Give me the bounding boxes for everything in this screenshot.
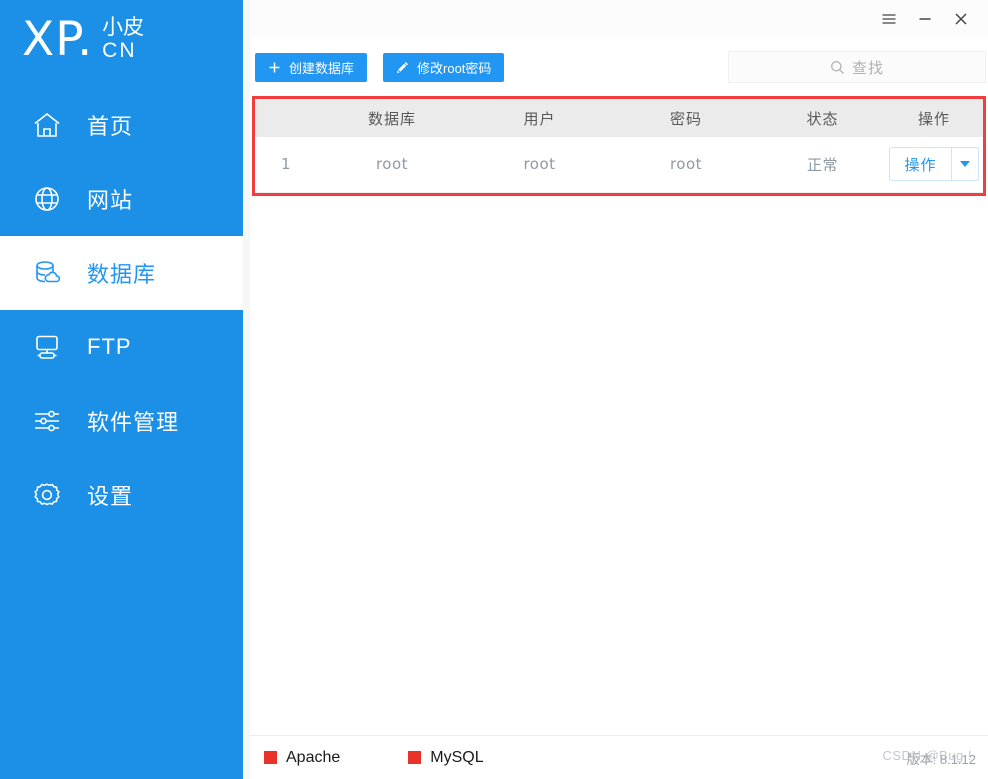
sidebar-item-database[interactable]: 数据库 bbox=[0, 236, 243, 310]
minimize-icon[interactable] bbox=[912, 6, 938, 32]
mysql-status-indicator bbox=[408, 751, 422, 764]
version-label: 版本: 8.1.12 bbox=[906, 752, 976, 767]
column-header-user: 用户 bbox=[467, 99, 612, 137]
database-table: 数据库 用户 密码 状态 操作 1 root root root 正常 操作 bbox=[255, 99, 983, 193]
column-header-index bbox=[255, 99, 317, 137]
hamburger-icon[interactable] bbox=[876, 6, 902, 32]
content-empty-area bbox=[250, 195, 988, 735]
sidebar-item-label: 首页 bbox=[87, 114, 134, 139]
service-mysql[interactable]: MySQL bbox=[408, 748, 484, 767]
sidebar-item-label: 数据库 bbox=[87, 262, 157, 287]
app-logo: XP. 小皮 CN bbox=[0, 0, 243, 78]
apache-status-indicator bbox=[264, 751, 277, 764]
database-table-highlight: 数据库 用户 密码 状态 操作 1 root root root 正常 操作 bbox=[252, 96, 986, 196]
window-titlebar bbox=[250, 0, 988, 38]
cell-password: root bbox=[612, 137, 760, 193]
caret-triangle bbox=[959, 161, 970, 168]
action-button[interactable]: 操作 bbox=[890, 148, 950, 180]
globe-icon bbox=[30, 182, 64, 216]
main-panel: 创建数据库 修改root密码 查找 数据库 用户 密码 状态 操作 1 root… bbox=[250, 0, 988, 779]
sidebar-item-software[interactable]: 软件管理 bbox=[0, 384, 243, 458]
sidebar-item-label: 软件管理 bbox=[87, 410, 180, 435]
sidebar-nav: 首页 网站 数据库 FTP 软件管理 设置 bbox=[0, 88, 243, 532]
logo-text-xiaopi: 小皮 bbox=[102, 15, 145, 39]
action-button-group: 操作 bbox=[889, 147, 979, 182]
table-body: 1 root root root 正常 操作 bbox=[255, 137, 983, 193]
cell-user: root bbox=[467, 137, 612, 193]
logo-text-cn: CN bbox=[102, 38, 137, 62]
table-header: 数据库 用户 密码 状态 操作 bbox=[255, 99, 983, 137]
logo-text-group: 小皮 CN bbox=[102, 16, 144, 63]
search-placeholder: 查找 bbox=[851, 59, 884, 77]
cell-status: 正常 bbox=[760, 137, 885, 193]
sidebar: XP. 小皮 CN 首页 网站 数据库 FTP 软件管理 设置 bbox=[0, 0, 243, 779]
logo-text-xp: XP. bbox=[22, 11, 94, 67]
cell-index: 1 bbox=[255, 137, 317, 193]
sidebar-item-settings[interactable]: 设置 bbox=[0, 458, 243, 532]
column-header-action: 操作 bbox=[885, 99, 983, 137]
edit-root-password-button[interactable]: 修改root密码 bbox=[383, 52, 505, 82]
column-header-database: 数据库 bbox=[317, 99, 467, 137]
sidebar-content-divider bbox=[243, 0, 250, 779]
chevron-down-icon[interactable] bbox=[950, 148, 978, 181]
search-icon bbox=[830, 60, 845, 75]
search-input[interactable]: 查找 bbox=[728, 51, 986, 83]
column-header-status: 状态 bbox=[760, 99, 885, 137]
app-window: XP. 小皮 CN 首页 网站 数据库 FTP 软件管理 设置 创建数据库 修改… bbox=[0, 0, 988, 779]
create-database-button[interactable]: 创建数据库 bbox=[255, 52, 368, 82]
gear-icon bbox=[30, 478, 64, 512]
sliders-icon bbox=[30, 404, 64, 438]
mysql-label: MySQL bbox=[430, 748, 484, 766]
apache-label: Apache bbox=[286, 748, 341, 766]
sidebar-item-label: FTP bbox=[87, 334, 132, 359]
edit-root-password-label: 修改root密码 bbox=[417, 60, 492, 76]
sidebar-item-label: 设置 bbox=[87, 484, 134, 509]
plus-icon bbox=[268, 61, 281, 74]
database-icon bbox=[30, 256, 64, 290]
toolbar: 创建数据库 修改root密码 查找 bbox=[250, 38, 988, 96]
create-database-label: 创建数据库 bbox=[289, 60, 355, 76]
sidebar-item-website[interactable]: 网站 bbox=[0, 162, 243, 236]
sidebar-item-ftp[interactable]: FTP bbox=[0, 310, 243, 384]
sidebar-item-label: 网站 bbox=[87, 188, 134, 213]
table-row[interactable]: 1 root root root 正常 操作 bbox=[255, 137, 983, 193]
close-icon[interactable] bbox=[948, 6, 974, 32]
home-icon bbox=[30, 108, 64, 142]
column-header-password: 密码 bbox=[612, 99, 760, 137]
cell-action: 操作 bbox=[885, 137, 983, 193]
ftp-icon bbox=[30, 330, 64, 364]
table-header-row: 数据库 用户 密码 状态 操作 bbox=[255, 99, 983, 137]
statusbar: Apache MySQL 版本: 8.1.12 CSDN @Bug ! bbox=[250, 735, 988, 779]
pencil-icon bbox=[396, 61, 409, 74]
service-apache[interactable]: Apache bbox=[264, 749, 340, 767]
sidebar-item-home[interactable]: 首页 bbox=[0, 88, 243, 162]
cell-database: root bbox=[317, 137, 467, 193]
